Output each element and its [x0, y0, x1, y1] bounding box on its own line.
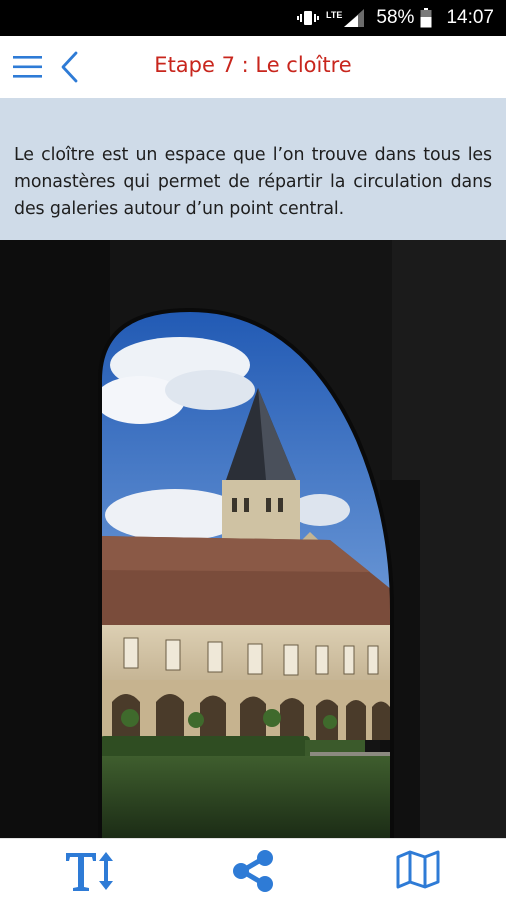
- clock: 14:07: [446, 7, 494, 28]
- battery-icon: [420, 8, 432, 28]
- page-title: Etape 7 : Le cloître: [154, 53, 352, 77]
- bottom-toolbar: [0, 838, 506, 900]
- map-icon: [396, 850, 440, 889]
- svg-text:LTE: LTE: [326, 10, 342, 20]
- share-button[interactable]: [230, 849, 276, 898]
- battery-percent: 58%: [376, 7, 415, 28]
- app-bar: Etape 7 : Le cloître: [0, 36, 506, 98]
- intro-panel: Le cloître est un espace que l’on trouve…: [0, 98, 506, 240]
- vibrate-icon: [297, 11, 320, 25]
- text-size-icon: [66, 852, 113, 891]
- status-bar: LTE 58% 14:07: [0, 0, 506, 36]
- text-size-button[interactable]: [62, 849, 118, 898]
- map-button[interactable]: [396, 849, 440, 894]
- lte-signal-icon: LTE: [326, 9, 365, 27]
- cloister-photo: [0, 240, 506, 838]
- share-icon: [233, 850, 273, 892]
- intro-text: Le cloître est un espace que l’on trouve…: [14, 145, 492, 219]
